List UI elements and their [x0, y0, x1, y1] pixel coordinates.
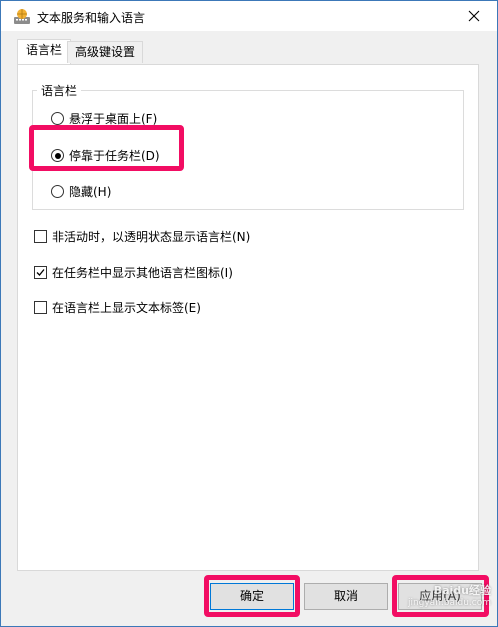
watermark-url: jingyan.baidu.com [407, 598, 491, 608]
title-bar: 文本服务和输入语言 [1, 1, 497, 31]
checkbox-box[interactable] [34, 230, 47, 243]
checkbox-show-text-labels[interactable]: 在语言栏上显示文本标签(E) [34, 299, 201, 316]
checkbox-label: 非活动时，以透明状态显示语言栏(N) [52, 230, 251, 244]
radio-label: 隐藏(H) [69, 185, 112, 199]
radio-hidden[interactable]: 隐藏(H) [51, 183, 111, 200]
keyboard-globe-icon [13, 8, 31, 26]
cancel-button[interactable]: 取消 [304, 583, 388, 610]
close-icon [468, 10, 480, 22]
tab-advanced-key-settings[interactable]: 高级键设置 [67, 41, 143, 63]
window-title: 文本服务和输入语言 [37, 11, 146, 25]
checkbox-box[interactable] [34, 301, 47, 314]
checkbox-show-extra-icons-in-taskbar[interactable]: 在任务栏中显示其他语言栏图标(I) [34, 264, 233, 281]
checkmark-icon [36, 269, 45, 276]
checkbox-label: 在任务栏中显示其他语言栏图标(I) [52, 266, 233, 280]
tab-language-bar[interactable]: 语言栏 [17, 39, 71, 64]
highlight-box-docked-option [29, 125, 184, 171]
checkbox-transparent-when-inactive[interactable]: 非活动时，以透明状态显示语言栏(N) [34, 228, 250, 245]
close-button[interactable] [451, 1, 497, 31]
radio-button[interactable] [51, 185, 64, 198]
checkbox-label: 在语言栏上显示文本标签(E) [52, 301, 201, 315]
highlight-box-ok [204, 575, 300, 617]
checkbox-box[interactable] [34, 266, 47, 279]
watermark-text: Baidu经验 [433, 584, 491, 597]
radio-button[interactable] [51, 112, 64, 125]
dialog-window: 文本服务和输入语言 语言栏 高级键设置 语言栏 悬浮于桌面上(F) 停靠于任务栏… [0, 0, 498, 627]
group-legend: 语言栏 [37, 82, 82, 99]
watermark: Baidu经验 jingyan.baidu.com [408, 584, 491, 610]
